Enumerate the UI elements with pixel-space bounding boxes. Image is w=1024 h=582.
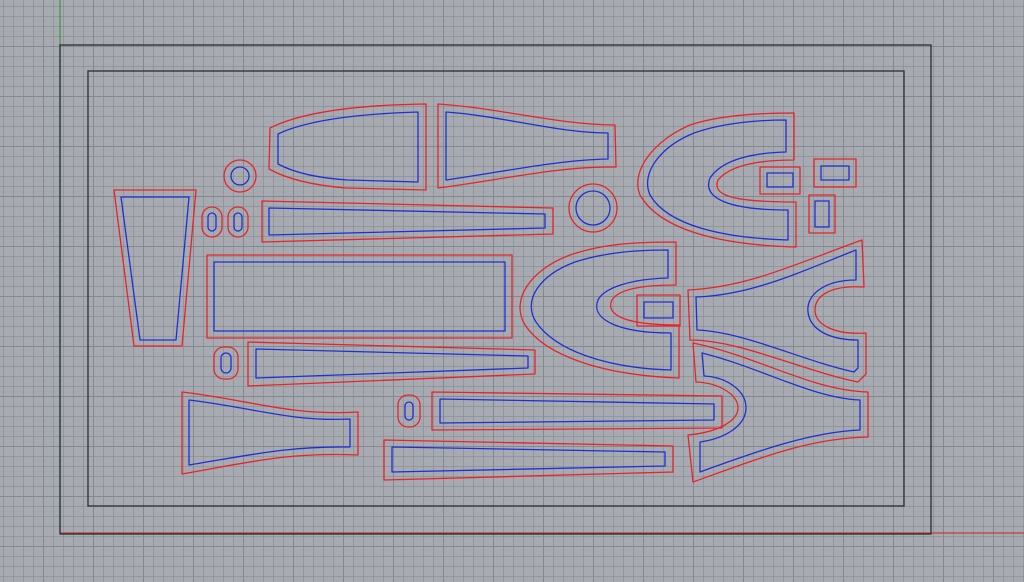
- part-tab-1[interactable]: [759, 166, 801, 195]
- inner-cut-contour[interactable]: [814, 200, 830, 228]
- outer-cut-contour[interactable]: [201, 206, 223, 238]
- inner-cut-contour[interactable]: [277, 111, 419, 183]
- inner-cut-contour[interactable]: [439, 398, 715, 424]
- outer-cut-contour[interactable]: [227, 206, 249, 238]
- outer-cut-contour[interactable]: [261, 200, 554, 243]
- inner-cut-contour[interactable]: [820, 165, 850, 181]
- part-u-bracket-upper[interactable]: [637, 112, 797, 248]
- outer-cut-contour[interactable]: [813, 158, 857, 188]
- inner-cut-contour[interactable]: [188, 399, 351, 466]
- outer-cut-contour[interactable]: [247, 341, 536, 387]
- part-taper-strip-middle[interactable]: [247, 341, 536, 387]
- inner-cut-contour[interactable]: [404, 401, 414, 421]
- part-u-bracket-middle[interactable]: [519, 241, 680, 379]
- part-taper-strip-upper[interactable]: [261, 200, 554, 243]
- inner-cut-contour[interactable]: [233, 212, 243, 232]
- part-bottle-top-middle[interactable]: [437, 103, 617, 189]
- outer-cut-contour[interactable]: [113, 189, 197, 347]
- inner-cut-contour[interactable]: [213, 261, 506, 332]
- part-slot-2[interactable]: [227, 206, 249, 238]
- inner-cut-contour[interactable]: [255, 348, 529, 379]
- part-bottle-top-left[interactable]: [268, 103, 427, 191]
- inner-cut-contour[interactable]: [220, 352, 232, 374]
- rhino-top-viewport[interactable]: [0, 0, 1024, 582]
- part-fork-upper[interactable]: [687, 239, 867, 383]
- outer-cut-contour[interactable]: [397, 394, 421, 428]
- outer-cut-contour[interactable]: [637, 112, 797, 248]
- part-tab-2[interactable]: [813, 158, 857, 188]
- inner-cut-contour[interactable]: [120, 196, 190, 341]
- inner-cut-contour[interactable]: [766, 172, 794, 188]
- part-flared-bottom-left[interactable]: [181, 391, 359, 475]
- part-slot-4[interactable]: [397, 394, 421, 428]
- inner-cut-contour[interactable]: [207, 212, 217, 232]
- part-slot-3[interactable]: [213, 346, 239, 380]
- part-large-circle[interactable]: [568, 183, 618, 233]
- outer-cut-contour[interactable]: [437, 103, 617, 189]
- inner-cut-contour[interactable]: [268, 207, 546, 236]
- part-small-circle[interactable]: [223, 159, 257, 193]
- part-tall-wedge[interactable]: [113, 189, 197, 347]
- inner-cut-contour[interactable]: [230, 166, 250, 186]
- inner-cut-contour[interactable]: [445, 111, 609, 181]
- inner-cut-contour[interactable]: [695, 249, 859, 373]
- stock-sheet-margin-frame[interactable]: [87, 70, 905, 507]
- part-strip-lower-right[interactable]: [431, 391, 723, 431]
- part-slot-1[interactable]: [201, 206, 223, 238]
- outer-cut-contour[interactable]: [519, 241, 680, 379]
- outer-cut-contour[interactable]: [759, 166, 801, 195]
- outer-cut-contour[interactable]: [206, 254, 513, 339]
- outer-cut-contour[interactable]: [687, 239, 867, 383]
- inner-cut-contour[interactable]: [643, 301, 674, 319]
- outer-cut-contour[interactable]: [687, 342, 869, 483]
- inner-cut-contour[interactable]: [530, 249, 672, 371]
- part-tab-4[interactable]: [636, 294, 681, 327]
- inner-cut-contour[interactable]: [391, 446, 666, 473]
- outer-cut-contour[interactable]: [383, 439, 674, 481]
- outer-cut-contour[interactable]: [213, 346, 239, 380]
- part-large-rectangle[interactable]: [206, 254, 513, 339]
- part-fork-lower[interactable]: [687, 342, 869, 483]
- nesting-drawing[interactable]: [0, 0, 1024, 582]
- outer-cut-contour[interactable]: [431, 391, 723, 431]
- outer-cut-contour[interactable]: [223, 159, 257, 193]
- part-taper-strip-bottom[interactable]: [383, 439, 674, 481]
- inner-cut-contour[interactable]: [575, 190, 611, 226]
- part-tab-3[interactable]: [808, 194, 836, 234]
